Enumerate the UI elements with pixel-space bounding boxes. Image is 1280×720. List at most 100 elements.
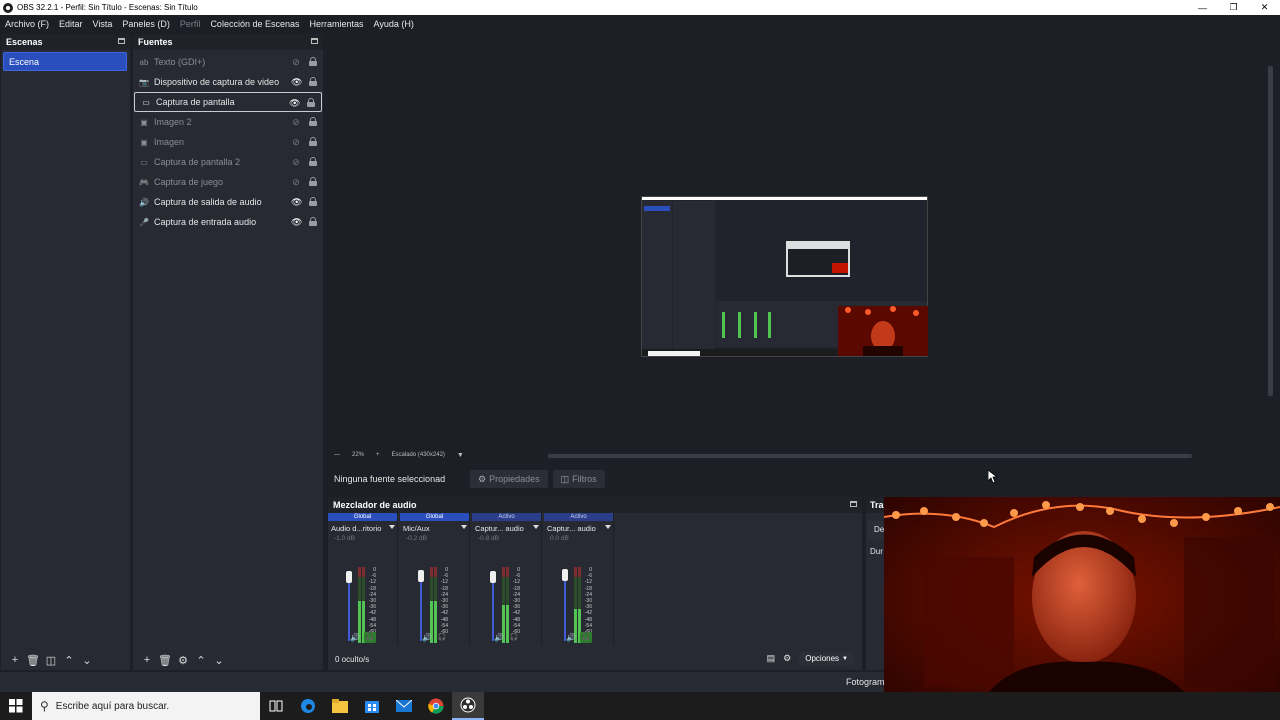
channel-name[interactable]: Captur... audio (472, 521, 541, 535)
taskbar-search[interactable]: ⚲ Escribe aquí para buscar. (32, 692, 260, 720)
restore-button[interactable]: ❐ (1218, 0, 1249, 15)
remove-source-button[interactable]: 🗑 (156, 654, 174, 667)
volume-fader-handle[interactable] (346, 571, 352, 583)
zoom-in-button[interactable]: + (376, 452, 380, 458)
chevron-down-icon[interactable] (389, 525, 395, 529)
eye-icon[interactable]: 👁 (291, 77, 302, 87)
lock-icon[interactable] (309, 137, 317, 146)
volume-fader-handle[interactable] (490, 571, 496, 583)
lock-icon[interactable] (309, 117, 317, 126)
source-item[interactable]: 🎤 Captura de entrada audio 👁 (133, 212, 323, 232)
eye-slash-icon[interactable]: ⊘ (291, 157, 301, 167)
eye-slash-icon[interactable]: ⊘ (291, 137, 301, 147)
scenes-title: Escenas (6, 37, 43, 47)
preview-horizontal-scrollbar[interactable] (548, 454, 1192, 458)
mail-app[interactable] (388, 692, 420, 720)
zoom-level: 22% (352, 452, 365, 458)
mute-speaker-icon[interactable]: 🔊 (422, 633, 432, 642)
source-item[interactable]: ▣ Imagen 2 ⊘ (133, 112, 323, 132)
menu-herramientas[interactable]: Herramientas (310, 19, 364, 29)
headphones-monitor-icon[interactable]: 🎧 (363, 631, 376, 643)
mute-speaker-icon[interactable]: 🔊 (566, 633, 576, 642)
options-button[interactable]: Opciones ▼ (799, 652, 854, 665)
lock-icon[interactable] (309, 77, 317, 86)
scale-dropdown-icon[interactable]: ▼ (457, 452, 464, 459)
folder-icon (332, 699, 348, 713)
remove-scene-button[interactable]: 🗑 (24, 654, 42, 667)
add-scene-button[interactable]: + (6, 654, 24, 666)
channel-name[interactable]: Captur... audio (544, 521, 613, 535)
menu-paneles[interactable]: Paneles (D) (122, 19, 170, 29)
channel-name[interactable]: Audio d...ritorio (328, 521, 397, 535)
source-item[interactable]: ▣ Imagen ⊘ (133, 132, 323, 152)
layout-toggle-icon[interactable]: ▤ (767, 653, 776, 664)
task-view-button[interactable] (260, 692, 292, 720)
advanced-audio-icon[interactable]: ⚙ (783, 653, 791, 664)
volume-fader-handle[interactable] (418, 570, 424, 582)
source-item[interactable]: 📷 Dispositivo de captura de video 👁 (133, 72, 323, 92)
chevron-down-icon[interactable] (533, 525, 539, 529)
source-item[interactable]: ▭ Captura de pantalla 👁 (134, 92, 322, 112)
undock-icon[interactable] (118, 38, 125, 44)
scene-up-button[interactable]: ⌃ (60, 654, 78, 667)
lock-icon[interactable] (309, 57, 317, 66)
start-button[interactable] (0, 692, 32, 720)
channel-controls: 🔊 🎧 (566, 631, 606, 643)
headphones-monitor-icon[interactable]: 🎧 (508, 632, 520, 643)
menu-archivo[interactable]: Archivo (F) (5, 19, 49, 29)
menu-perfil[interactable]: Perfil (180, 19, 201, 29)
filters-button[interactable]: ◫ Filtros (552, 470, 605, 488)
menu-vista[interactable]: Vista (93, 19, 113, 29)
eye-icon[interactable]: 👁 (289, 98, 300, 108)
volume-fader-handle[interactable] (562, 569, 568, 581)
scene-down-button[interactable]: ⌄ (78, 654, 96, 667)
scale-mode[interactable]: Escalado (430x242) (392, 452, 445, 458)
lock-icon[interactable] (307, 98, 315, 107)
scene-item[interactable]: Escena (3, 52, 127, 71)
add-source-button[interactable]: + (138, 654, 156, 666)
file-explorer-app[interactable] (324, 692, 356, 720)
properties-button[interactable]: ⚙ Propiedades (470, 470, 548, 488)
menu-coleccion-escenas[interactable]: Colección de Escenas (210, 19, 299, 29)
eye-icon[interactable]: 👁 (291, 217, 302, 227)
lock-icon[interactable] (309, 177, 317, 186)
source-down-button[interactable]: ⌄ (210, 654, 228, 667)
chevron-down-icon[interactable] (461, 525, 467, 529)
windows-taskbar: ⚲ Escribe aquí para buscar. (0, 692, 1280, 720)
source-properties-button[interactable]: ⚙ (174, 654, 192, 667)
source-up-button[interactable]: ⌃ (192, 654, 210, 667)
scene-filters-button[interactable]: ◫ (42, 654, 60, 667)
options-label: Opciones (805, 654, 840, 663)
eye-slash-icon[interactable]: ⊘ (291, 57, 301, 67)
close-button[interactable]: ✕ (1249, 0, 1280, 15)
headphones-monitor-icon[interactable]: 🎧 (436, 632, 448, 643)
headphones-monitor-icon[interactable]: 🎧 (579, 631, 592, 643)
source-item[interactable]: ab Texto (GDI+) ⊘ (133, 52, 323, 72)
lock-icon[interactable] (309, 217, 317, 226)
chevron-down-icon[interactable] (605, 525, 611, 529)
edge-app[interactable] (292, 692, 324, 720)
zoom-out-button[interactable]: — (334, 452, 340, 458)
lock-icon[interactable] (309, 197, 317, 206)
menu-editar[interactable]: Editar (59, 19, 83, 29)
sources-header: Fuentes (133, 34, 323, 50)
undock-icon[interactable] (311, 38, 318, 44)
store-app[interactable] (356, 692, 388, 720)
obs-app[interactable] (452, 692, 484, 720)
eye-slash-icon[interactable]: ⊘ (291, 177, 301, 187)
source-item[interactable]: 🔊 Captura de salida de audio 👁 (133, 192, 323, 212)
eye-slash-icon[interactable]: ⊘ (291, 117, 301, 127)
undock-icon[interactable] (850, 501, 857, 507)
mute-speaker-icon[interactable]: 🔊 (350, 633, 360, 642)
mute-speaker-icon[interactable]: 🔊 (494, 633, 504, 642)
chrome-app[interactable] (420, 692, 452, 720)
source-item[interactable]: ▭ Captura de pantalla 2 ⊘ (133, 152, 323, 172)
source-label: Captura de juego (154, 177, 224, 187)
preview-vertical-scrollbar[interactable] (1268, 66, 1273, 396)
menu-ayuda[interactable]: Ayuda (H) (374, 19, 414, 29)
minimize-button[interactable]: — (1187, 0, 1218, 15)
lock-icon[interactable] (309, 157, 317, 166)
eye-icon[interactable]: 👁 (291, 197, 302, 207)
channel-name[interactable]: Mic/Aux (400, 521, 469, 535)
source-item[interactable]: 🎮 Captura de juego ⊘ (133, 172, 323, 192)
